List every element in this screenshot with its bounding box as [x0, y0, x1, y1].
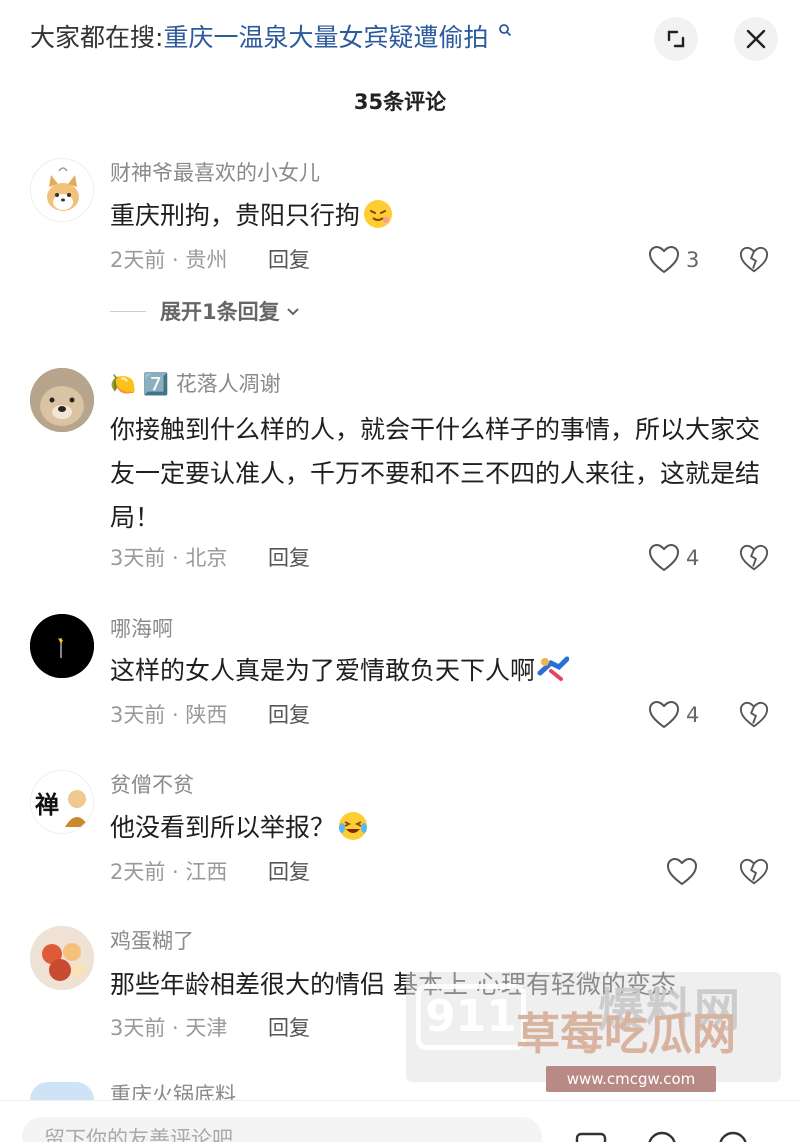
close-button[interactable] — [734, 17, 778, 61]
heart-icon — [648, 700, 680, 729]
reply-button[interactable]: 回复 — [268, 543, 310, 573]
broken-heart-icon[interactable] — [739, 245, 769, 275]
expand-replies-label: 展开1条回复 — [160, 300, 280, 324]
like-button[interactable] — [666, 857, 698, 887]
username[interactable]: 贫僧不贫 — [110, 770, 194, 800]
chevron-down-icon — [286, 308, 299, 316]
comment-input-placeholder: 留下你的友善评论吧 — [44, 1127, 233, 1142]
comment-meta: 2天前 · 江西 — [110, 860, 228, 884]
heart-icon — [648, 245, 680, 274]
broken-heart-icon[interactable] — [739, 857, 769, 887]
comment-text: 重庆刑拘，贵阳只行拘 — [110, 194, 760, 238]
flag-avatar-icon — [30, 614, 94, 678]
comment-meta: 3天前 · 天津 — [110, 1016, 228, 1040]
like-count: 4 — [686, 546, 700, 570]
comment-meta: 3天前 · 陕西 — [110, 703, 228, 727]
emoji-icon[interactable] — [716, 1129, 750, 1142]
reply-button[interactable]: 回复 — [268, 245, 310, 275]
reply-button[interactable]: 回复 — [268, 857, 310, 887]
avatar-character: 禅 — [34, 790, 59, 819]
comment-text: 他没看到所以举报？ — [110, 806, 760, 850]
comment-text-body: 他没看到所以举报？ — [110, 813, 336, 842]
image-icon[interactable] — [574, 1129, 608, 1142]
like-button[interactable]: 4 — [648, 543, 699, 573]
search-icon — [499, 23, 512, 36]
broken-heart-icon[interactable] — [739, 700, 769, 730]
comment-meta: 2天前 · 贵州 — [110, 248, 228, 272]
comment-text: 你接触到什么样的人，就会干什么样子的事情，所以大家交友一定要认准人，千万不要和不… — [110, 415, 761, 532]
like-button[interactable]: 4 — [648, 700, 699, 730]
avatar[interactable]: 禅 — [30, 770, 94, 834]
expand-replies-button[interactable]: 展开1条回复 — [110, 296, 302, 326]
level-badge: 7️⃣ — [142, 372, 169, 396]
comment-text: 这样的女人真是为了爱情敢负天下人啊 — [110, 649, 760, 693]
like-count: 3 — [686, 248, 700, 272]
username[interactable]: 哪海啊 — [110, 614, 173, 644]
reply-button[interactable]: 回复 — [268, 700, 310, 730]
comment-text: 那些年龄相差很大的情侣 基本上 心理有轻微的变态 — [110, 970, 676, 999]
search-suggestion-prefix: 大家都在搜 — [30, 23, 156, 52]
lemon-badge: 🍋 — [110, 372, 137, 396]
at-icon[interactable] — [645, 1129, 679, 1142]
food-photo-avatar-icon — [30, 926, 94, 990]
username[interactable]: 财神爷最喜欢的小女儿 — [110, 158, 320, 188]
username-row: 🍋 7️⃣ 花落人凋谢 — [110, 369, 281, 399]
expand-button[interactable] — [654, 17, 698, 61]
avatar[interactable] — [30, 926, 94, 990]
expand-icon — [667, 30, 685, 48]
avatar[interactable] — [30, 368, 94, 432]
laughing-tears-emoji-icon — [339, 812, 368, 840]
flying-person-emoji-icon — [537, 656, 570, 681]
watermark-url: www.cmcgw.com — [546, 1066, 716, 1092]
like-count: 4 — [686, 703, 700, 727]
comment-meta: 3天前 · 北京 — [110, 546, 228, 570]
top-bar: 大家都在搜:重庆一温泉大量女宾疑遭偷拍 — [0, 0, 800, 78]
heart-icon — [666, 857, 698, 886]
comment-text-body: 重庆刑拘，贵阳只行拘 — [110, 201, 361, 230]
avatar[interactable] — [30, 1082, 94, 1100]
heart-icon — [648, 543, 680, 572]
username[interactable]: 花落人凋谢 — [176, 372, 281, 396]
shiba-avatar-icon — [31, 159, 93, 221]
dog-photo-avatar-icon — [30, 368, 94, 432]
username[interactable]: 重庆火锅底料 — [110, 1080, 236, 1100]
search-suggestion[interactable]: 大家都在搜:重庆一温泉大量女宾疑遭偷拍 — [30, 20, 512, 56]
watermark-site-name: 草莓吃瓜网 — [516, 1009, 736, 1060]
search-suggestion-query[interactable]: 重庆一温泉大量女宾疑遭偷拍 — [163, 23, 488, 52]
reply-button[interactable]: 回复 — [268, 1013, 310, 1043]
comment-text-body: 这样的女人真是为了爱情敢负天下人啊 — [110, 656, 536, 685]
divider — [110, 310, 146, 312]
like-button[interactable]: 3 — [648, 245, 699, 275]
avatar[interactable] — [30, 614, 94, 678]
comment-input-bar: 留下你的友善评论吧 — [0, 1100, 800, 1142]
avatar[interactable] — [30, 158, 94, 222]
sleepy-face-emoji-icon — [364, 200, 393, 228]
username[interactable]: 鸡蛋糊了 — [110, 926, 194, 956]
close-icon — [746, 29, 766, 49]
monk-avatar-icon: 禅 — [31, 771, 93, 833]
comment-count: 35条评论 — [353, 90, 447, 114]
broken-heart-icon[interactable] — [739, 543, 769, 573]
